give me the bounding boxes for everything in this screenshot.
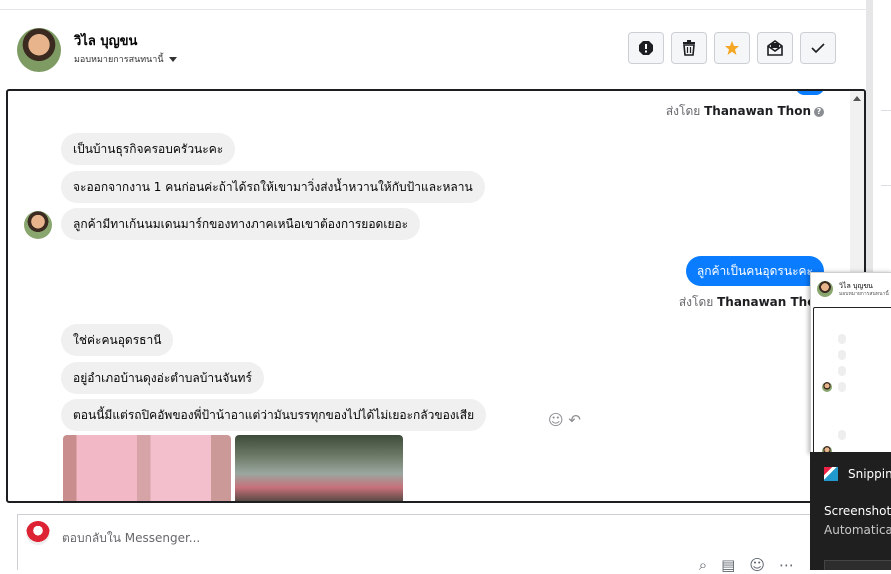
snip-preview-thumbnail[interactable]: วิไล บุญขน มอบหมายการสนทนานี้	[810, 272, 891, 454]
incoming-message[interactable]: จะออกจากงาน 1 คนก่อนค่ะถ้าได้รถให้เขามาว…	[61, 171, 485, 203]
previous-outgoing-bubble	[796, 91, 824, 95]
thumbnail-bubble	[838, 350, 846, 360]
conversation-header: วิไล บุญขน มอบหมายการสนทนานี้	[0, 10, 866, 88]
spam-button[interactable]	[628, 32, 664, 64]
photo-attachment[interactable]	[63, 435, 231, 501]
thumbnail-bubble	[838, 382, 846, 392]
notification-body: Automatically saved	[824, 523, 891, 537]
contact-avatar-small	[24, 211, 52, 239]
alert-icon	[639, 41, 653, 55]
mark-unread-button[interactable]	[757, 32, 793, 64]
star-button[interactable]	[714, 32, 750, 64]
thumbnail-bubble	[838, 366, 846, 376]
reply-icon[interactable]: ↶	[568, 411, 581, 429]
help-icon[interactable]: ?	[814, 106, 824, 117]
sent-by-label: ส่งโดย Thanawan Thon?	[666, 102, 824, 121]
thumbnail-bubble	[838, 430, 846, 440]
notification-action-button[interactable]	[824, 560, 891, 570]
assign-conversation-dropdown[interactable]: มอบหมายการสนทนานี้	[74, 52, 177, 66]
divider	[881, 110, 891, 111]
thumbnail-bubble	[838, 334, 846, 344]
incoming-message[interactable]: ตอนนี้มีแต่รถปิคอัพของพี่ป้าน้าอาแต่ว่าม…	[61, 399, 487, 431]
sender-name: Thanawan Thon	[717, 295, 824, 309]
reply-composer: ตอบกลับใน Messenger... ⌕▤☺⋯	[17, 514, 849, 574]
emoji-react-icon[interactable]: ☺	[548, 411, 564, 429]
emoji-icon[interactable]: ☺	[749, 556, 779, 574]
message-thread[interactable]: ส่งโดย Thanawan Thon? เป็นบ้านธุรกิจครอบ…	[6, 89, 866, 503]
reply-input[interactable]: ตอบกลับใน Messenger...	[62, 529, 200, 548]
composer-tools: ⌕▤☺⋯	[699, 556, 808, 574]
star-icon	[725, 41, 739, 55]
delete-button[interactable]	[671, 32, 707, 64]
check-icon	[811, 43, 825, 54]
divider	[881, 185, 891, 186]
outgoing-message[interactable]: ลูกค้าเป็นคนอุดรนะคะ	[685, 256, 824, 286]
envelope-icon	[767, 40, 783, 56]
thumbnail-panel	[813, 307, 891, 453]
notification-app-name: Snipping Tool	[848, 467, 891, 481]
done-button[interactable]	[800, 32, 836, 64]
contact-avatar[interactable]	[17, 28, 61, 72]
incoming-message[interactable]: ใช่ค่ะคนอุดรธานี	[61, 324, 174, 356]
page-avatar	[26, 521, 50, 545]
incoming-message[interactable]: ลูกค้ามีทาเก้นนมเดนมาร์กของทางภาคเหนือเข…	[61, 208, 421, 240]
scroll-up-arrow-icon[interactable]	[853, 96, 861, 101]
thumbnail-sub: มอบหมายการสนทนานี้	[839, 291, 889, 297]
contact-name[interactable]: วิไล บุญขน	[74, 30, 137, 51]
top-divider	[0, 0, 866, 10]
notification-title: Screenshot copied	[824, 504, 891, 518]
incoming-message[interactable]: อยู่อำเภอบ้านดุงอ่ะตำบลบ้านจันทร์	[61, 362, 264, 394]
snipping-tool-notification[interactable]: Snipping Tool Screenshot copied Automati…	[810, 452, 891, 570]
message-actions: ☺ ↶	[548, 411, 581, 429]
caret-down-icon	[168, 57, 177, 62]
photo-attachment[interactable]	[235, 435, 403, 501]
assign-label: มอบหมายการสนทนานี้	[74, 55, 164, 65]
attachment-icon[interactable]: ⌕	[699, 556, 721, 574]
snipping-tool-icon	[824, 467, 838, 481]
thumbnail-avatar-small	[822, 382, 832, 392]
incoming-message[interactable]: เป็นบ้านธุรกิจครอบครัวนะคะ	[61, 133, 236, 165]
sender-name: Thanawan Thon	[704, 104, 811, 118]
sent-by-label: ส่งโดย Thanawan Thon	[678, 295, 824, 309]
more-icon[interactable]: ⋯	[779, 556, 808, 574]
trash-icon	[683, 40, 695, 56]
thumbnail-avatar	[817, 281, 833, 297]
saved-reply-icon[interactable]: ▤	[721, 556, 749, 574]
